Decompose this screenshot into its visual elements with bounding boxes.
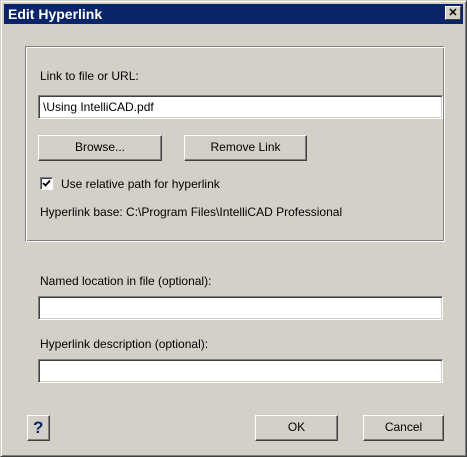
- checkmark-icon: [42, 179, 51, 187]
- title-bar[interactable]: Edit Hyperlink ✕: [4, 4, 463, 24]
- relative-path-checkbox[interactable]: [40, 177, 53, 190]
- help-button[interactable]: ?: [27, 415, 50, 441]
- cancel-button[interactable]: Cancel: [363, 415, 444, 441]
- link-label: Link to file or URL:: [40, 69, 139, 83]
- ok-button[interactable]: OK: [255, 415, 338, 441]
- browse-button[interactable]: Browse...: [38, 135, 162, 161]
- remove-link-button[interactable]: Remove Link: [184, 135, 307, 161]
- named-location-label: Named location in file (optional):: [40, 274, 212, 288]
- hyperlink-base-text: Hyperlink base: C:\Program Files\Intelli…: [40, 205, 343, 219]
- close-button[interactable]: ✕: [445, 6, 461, 20]
- named-location-input[interactable]: [38, 296, 443, 320]
- dialog-title: Edit Hyperlink: [8, 6, 103, 22]
- help-icon: ?: [33, 418, 44, 437]
- relative-path-label: Use relative path for hyperlink: [61, 177, 220, 191]
- edit-hyperlink-dialog: Edit Hyperlink ✕ Link to file or URL: \U…: [0, 0, 467, 457]
- description-input[interactable]: [38, 359, 443, 383]
- description-label: Hyperlink description (optional):: [40, 337, 209, 351]
- close-icon: ✕: [448, 7, 458, 19]
- link-url-input[interactable]: \Using IntelliCAD.pdf: [38, 95, 443, 119]
